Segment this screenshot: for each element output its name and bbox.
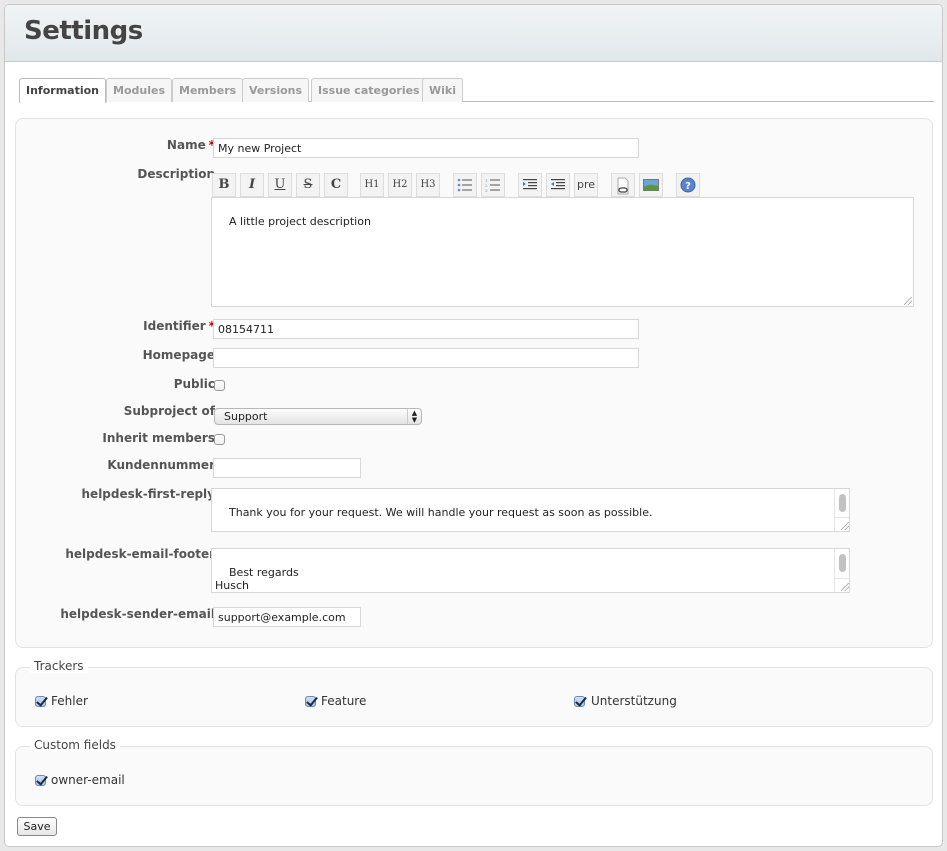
tracker-unterstuetzung-checkbox[interactable] — [574, 696, 585, 707]
subproject-of-label: Subproject of — [123, 404, 215, 418]
scrollbar[interactable] — [834, 549, 849, 592]
code-icon: C — [330, 177, 342, 192]
tracker-feature-checkbox[interactable] — [305, 696, 316, 707]
image-button[interactable] — [639, 173, 663, 197]
unordered-list-icon — [457, 178, 472, 192]
tab-issue-categories[interactable]: Issue categories — [311, 78, 427, 102]
indent-icon — [523, 179, 537, 190]
strikethrough-button[interactable]: S — [296, 173, 320, 197]
bold-button[interactable]: B — [212, 173, 236, 197]
svg-text:3: 3 — [485, 188, 488, 192]
image-icon — [643, 179, 659, 191]
identifier-input[interactable]: 08154711 — [213, 319, 639, 339]
wiki-link-icon — [617, 177, 629, 195]
code-button[interactable]: C — [324, 173, 348, 197]
heading1-icon: H1 — [364, 179, 380, 190]
custom-fields-fieldset: Custom fields — [15, 738, 933, 806]
page-title: Settings — [24, 16, 143, 46]
helpdesk-email-footer-textarea[interactable]: Best regards Husch — [211, 548, 850, 593]
name-input[interactable]: My new Project — [213, 138, 639, 158]
unordered-list-button[interactable] — [453, 173, 477, 197]
tab-information[interactable]: Information — [19, 78, 106, 103]
tracker-unterstuetzung-label: Unterstützung — [591, 694, 677, 708]
tab-members[interactable]: Members — [172, 78, 244, 102]
trackers-fieldset: Trackers — [15, 659, 933, 727]
heading2-button[interactable]: H2 — [388, 173, 412, 197]
tracker-feature-label: Feature — [321, 694, 367, 708]
helpdesk-sender-email-label: helpdesk-sender-email — [60, 607, 215, 621]
settings-page: Settings Information Modules Members Ver… — [4, 4, 943, 847]
outdent-button[interactable] — [546, 173, 570, 197]
inherit-members-label: Inherit members — [102, 431, 215, 445]
scrollbar[interactable] — [834, 489, 849, 531]
indent-button[interactable] — [518, 173, 542, 197]
wiki-link-button[interactable] — [611, 173, 635, 197]
inherit-members-checkbox[interactable] — [214, 434, 225, 445]
select-arrows-icon: ▲ ▼ — [407, 409, 421, 424]
tab-versions[interactable]: Versions — [242, 78, 310, 102]
scrollbar-thumb[interactable] — [839, 494, 846, 512]
italic-icon: I — [248, 177, 256, 192]
preformatted-icon: pre — [576, 178, 596, 191]
tab-bar: Information Modules Members Versions Iss… — [19, 78, 934, 103]
italic-button[interactable]: I — [240, 173, 264, 197]
custom-field-owner-email-checkbox[interactable] — [35, 775, 46, 786]
kundennummer-label: Kundennummer — [107, 458, 215, 472]
homepage-label: Homepage — [142, 348, 215, 362]
name-label: Name * — [166, 138, 215, 152]
underline-button[interactable]: U — [268, 173, 292, 197]
tab-wiki[interactable]: Wiki — [422, 78, 463, 102]
tracker-fehler-label: Fehler — [51, 694, 88, 708]
help-icon: ? — [680, 177, 696, 193]
resize-grip-icon[interactable] — [841, 522, 849, 530]
strikethrough-icon: S — [303, 177, 313, 192]
helpdesk-email-footer-text: Best regards Husch — [215, 566, 299, 592]
svg-text:?: ? — [685, 181, 691, 192]
subproject-of-value: Support — [224, 410, 268, 423]
homepage-input[interactable] — [213, 348, 639, 368]
description-textarea[interactable]: A little project description — [211, 197, 914, 307]
subproject-of-select[interactable]: Support ▲ ▼ — [214, 408, 422, 425]
resize-grip-icon[interactable] — [904, 297, 912, 305]
bold-icon: B — [218, 177, 230, 192]
underline-icon: U — [274, 177, 286, 192]
helpdesk-first-reply-text: Thank you for your request. We will hand… — [229, 506, 653, 519]
preformatted-button[interactable]: pre — [574, 173, 598, 197]
resize-grip-icon[interactable] — [841, 583, 849, 591]
ordered-list-button[interactable]: 123 — [481, 173, 505, 197]
custom-fields-legend: Custom fields — [30, 738, 120, 752]
helpdesk-sender-email-input[interactable]: support@example.com — [213, 607, 361, 627]
heading3-button[interactable]: H3 — [416, 173, 440, 197]
page-header: Settings — [5, 5, 942, 62]
helpdesk-first-reply-textarea[interactable]: Thank you for your request. We will hand… — [211, 488, 850, 532]
heading1-button[interactable]: H1 — [360, 173, 384, 197]
identifier-label: Identifier * — [143, 319, 215, 333]
scrollbar-thumb[interactable] — [839, 554, 846, 572]
public-label: Public — [173, 377, 215, 391]
helpdesk-email-footer-label: helpdesk-email-footer — [65, 547, 215, 561]
description-label: Description — [137, 167, 215, 181]
ordered-list-icon: 123 — [485, 178, 500, 193]
tracker-fehler-checkbox[interactable] — [35, 696, 46, 707]
kundennummer-input[interactable] — [213, 458, 361, 478]
custom-field-owner-email-label: owner-email — [51, 773, 125, 787]
heading3-icon: H3 — [420, 179, 436, 190]
save-button[interactable]: Save — [17, 817, 57, 836]
public-checkbox[interactable] — [214, 380, 225, 391]
outdent-icon — [551, 179, 565, 190]
description-text: A little project description — [229, 215, 371, 228]
heading2-icon: H2 — [392, 179, 408, 190]
help-button[interactable]: ? — [676, 173, 700, 197]
helpdesk-first-reply-label: helpdesk-first-reply — [81, 487, 215, 501]
trackers-legend: Trackers — [30, 659, 88, 673]
tab-modules[interactable]: Modules — [106, 78, 172, 102]
